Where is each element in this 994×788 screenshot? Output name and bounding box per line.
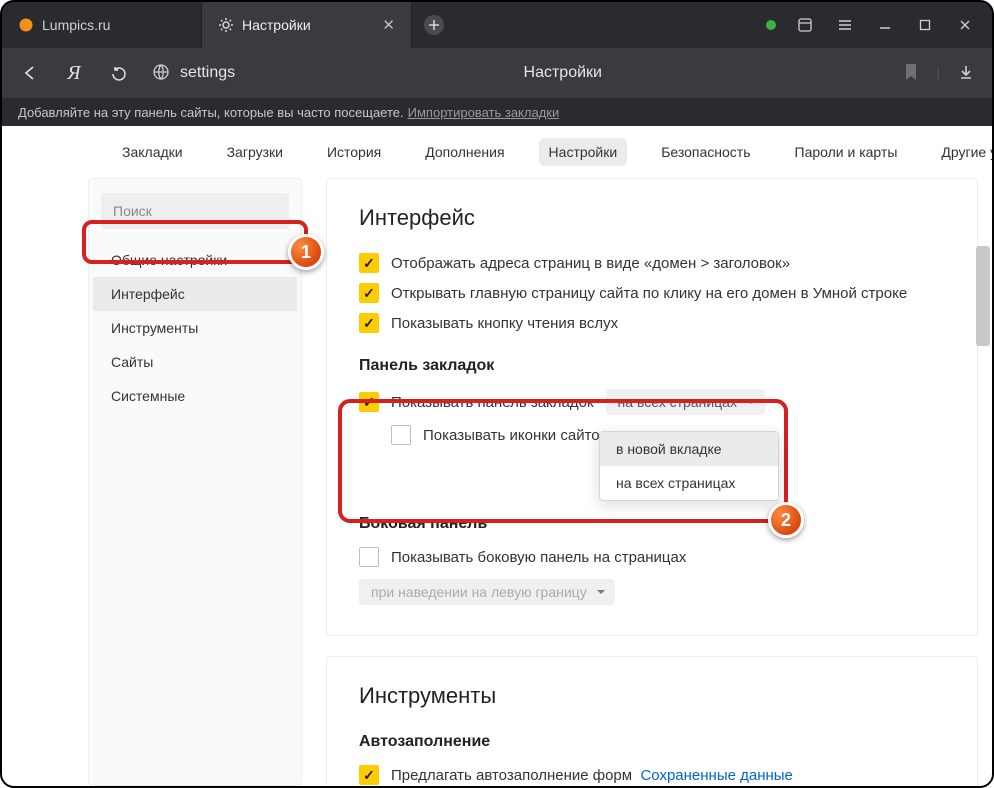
section-heading: Интерфейс	[359, 205, 945, 231]
settings-sidebar: Поиск Общие настройкиИнтерфейсИнструмент…	[88, 178, 302, 786]
close-icon[interactable]: ✕	[382, 16, 395, 34]
checkbox-icon[interactable]	[359, 547, 379, 567]
settings-main: Интерфейс Отображать адреса страниц в ви…	[326, 178, 992, 786]
autofill-saved-data-link[interactable]: Сохраненные данные	[640, 767, 792, 784]
maximize-button[interactable]	[914, 19, 936, 31]
side-panel-mode-select[interactable]: при наведении на левую границу	[359, 579, 615, 605]
back-button[interactable]	[20, 64, 40, 82]
minimize-button[interactable]	[874, 18, 896, 32]
section-heading: Инструменты	[359, 683, 945, 709]
import-bookmarks-link[interactable]: Импортировать закладки	[408, 105, 560, 120]
top-tab[interactable]: Другие устройств	[931, 138, 992, 166]
checkbox-icon[interactable]	[391, 425, 411, 445]
address-text: settings	[180, 64, 235, 82]
subheading-side-panel: Боковая панель	[359, 515, 945, 533]
bookmarks-panel-scope-select[interactable]: на всех страницах	[606, 389, 765, 415]
bookmarks-bar: Добавляйте на эту панель сайты, которые …	[2, 98, 992, 126]
checkbox-label: Предлагать автозаполнение форм Сохраненн…	[391, 767, 793, 784]
checkbox-icon[interactable]	[359, 283, 379, 303]
top-tab[interactable]: Пароли и карты	[785, 138, 908, 166]
checkbox-label: Показывать иконки сайто	[423, 427, 600, 444]
download-icon[interactable]	[958, 64, 974, 83]
settings-page: Закладки Загрузки История Дополнения Настрой…	[2, 126, 992, 786]
bookmarks-scope-dropdown[interactable]: в новой вкладке на всех страницах	[599, 431, 779, 501]
tab-lumpics[interactable]: Lumpics.ru	[2, 2, 202, 48]
opt-show-bookmarks-panel[interactable]: Показывать панель закладок на всех стран…	[359, 389, 945, 415]
checkbox-icon[interactable]	[359, 313, 379, 333]
dropdown-option-new-tab[interactable]: в новой вкладке	[600, 432, 778, 466]
window-controls	[750, 2, 992, 48]
yandex-logo-icon[interactable]: Я	[64, 62, 84, 85]
dropdown-option-all-pages[interactable]: на всех страницах	[600, 466, 778, 500]
section-interface: Интерфейс Отображать адреса страниц в ви…	[326, 178, 978, 636]
scrollbar-thumb[interactable]	[976, 246, 990, 346]
tab-title: Lumpics.ru	[42, 17, 110, 33]
sidebar-item[interactable]: Системные	[93, 379, 297, 413]
bookmark-panel-icon[interactable]	[794, 17, 816, 33]
checkbox-icon[interactable]	[359, 253, 379, 273]
bookmark-icon[interactable]	[904, 63, 918, 84]
subheading-autofill: Автозаполнение	[359, 733, 945, 751]
sidebar-item[interactable]: Общие настройки	[93, 243, 297, 277]
favicon-orange-icon	[18, 17, 34, 33]
opt-read-aloud[interactable]: Показывать кнопку чтения вслух	[359, 313, 945, 333]
omnibox[interactable]: settings Настройки	[152, 63, 880, 84]
top-tab[interactable]: Безопасность	[651, 138, 760, 166]
checkbox-label: Отображать адреса страниц в виде «домен …	[391, 255, 790, 272]
checkbox-icon[interactable]	[359, 392, 379, 412]
top-tab[interactable]: Дополнения	[415, 138, 514, 166]
checkbox-label: Показывать боковую панель на страницах	[391, 549, 686, 566]
tab-title: Настройки	[242, 17, 311, 33]
sidebar-item[interactable]: Сайты	[93, 345, 297, 379]
globe-icon	[152, 63, 170, 84]
page-title: Настройки	[245, 64, 880, 82]
opt-show-side-panel[interactable]: Показывать боковую панель на страницах п…	[359, 547, 945, 605]
checkbox-icon[interactable]	[359, 765, 379, 785]
checkbox-label: Показывать панель закладок	[391, 394, 594, 411]
browser-window: Lumpics.ru Настройки ✕	[0, 0, 994, 788]
menu-icon[interactable]	[834, 17, 856, 33]
opt-open-homepage[interactable]: Открывать главную страницу сайта по клик…	[359, 283, 945, 303]
titlebar: Lumpics.ru Настройки ✕	[2, 2, 992, 48]
sidebar-item[interactable]: Интерфейс	[93, 277, 297, 311]
top-tab[interactable]: Настройки	[539, 138, 628, 166]
bookmarks-bar-hint: Добавляйте на эту панель сайты, которые …	[18, 105, 404, 120]
opt-domain-title[interactable]: Отображать адреса страниц в виде «домен …	[359, 253, 945, 273]
top-tab[interactable]: Закладки	[112, 138, 193, 166]
settings-top-tabs: Закладки Загрузки История Дополнения Настрой…	[2, 126, 992, 178]
top-tab[interactable]: История	[317, 138, 391, 166]
reload-button[interactable]	[108, 65, 128, 82]
new-tab-button[interactable]	[412, 2, 456, 48]
select-value: при наведении на левую границу	[371, 584, 587, 600]
checkbox-label: Открывать главную страницу сайта по клик…	[391, 285, 907, 302]
section-tools: Инструменты Автозаполнение Предлагать ав…	[326, 656, 978, 786]
subheading-bookmarks-panel: Панель закладок	[359, 357, 945, 375]
tab-settings[interactable]: Настройки ✕	[202, 2, 412, 48]
window-close-button[interactable]	[954, 19, 976, 31]
sidebar-item[interactable]: Инструменты	[93, 311, 297, 345]
toolbar: Я settings Настройки |	[2, 48, 992, 98]
gear-icon	[218, 17, 234, 33]
settings-search-input[interactable]: Поиск	[101, 193, 289, 229]
opt-autofill[interactable]: Предлагать автозаполнение форм Сохраненн…	[359, 765, 945, 785]
extension-indicator-icon[interactable]	[766, 20, 776, 30]
top-tab[interactable]: Загрузки	[217, 138, 293, 166]
checkbox-label: Показывать кнопку чтения вслух	[391, 315, 618, 332]
select-value: на всех страницах	[618, 394, 737, 410]
search-placeholder: Поиск	[113, 203, 152, 219]
